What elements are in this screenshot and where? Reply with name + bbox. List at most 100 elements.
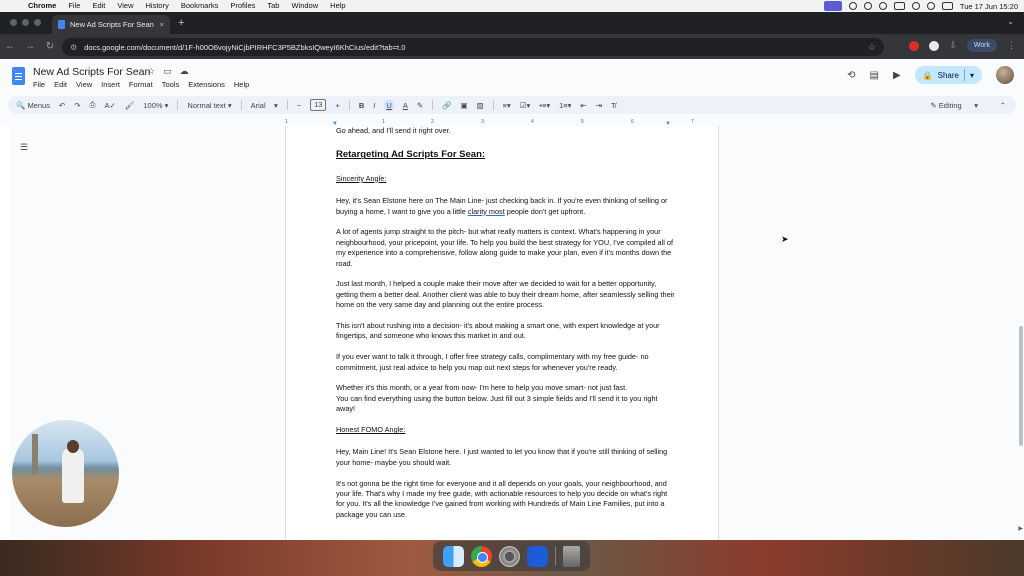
align-icon[interactable]: ≡▾ <box>503 101 511 110</box>
spellcheck-flagged-text[interactable]: clarity most <box>468 207 505 216</box>
menu-bookmarks[interactable]: Bookmarks <box>175 0 225 12</box>
docs-menu-insert[interactable]: Insert <box>101 80 120 89</box>
maximize-window-button[interactable] <box>34 19 41 26</box>
redo-icon[interactable]: ↷ <box>74 101 80 110</box>
reload-button[interactable]: ↻ <box>40 41 60 52</box>
extension-icon[interactable] <box>909 40 920 51</box>
move-folder-icon[interactable]: ▭ <box>163 66 172 77</box>
underline-icon[interactable]: U <box>384 99 394 111</box>
back-button[interactable]: ← <box>0 41 20 52</box>
image-icon[interactable]: ▨ <box>477 101 484 110</box>
wifi-icon[interactable] <box>911 2 920 10</box>
increase-font-icon[interactable]: + <box>335 101 339 110</box>
menus-search-button[interactable]: 🔍 Menus <box>16 101 50 110</box>
docs-menu-view[interactable]: View <box>76 80 92 89</box>
dropbox-icon[interactable] <box>878 2 887 10</box>
menu-clock[interactable]: Tue 17 Jun 15:20 <box>960 2 1018 11</box>
minimize-window-button[interactable] <box>22 19 29 26</box>
docs-menu-file[interactable]: File <box>33 80 45 89</box>
share-button[interactable]: 🔒 Share ▾ <box>914 66 982 84</box>
menu-file[interactable]: File <box>62 0 86 12</box>
menu-tab[interactable]: Tab <box>261 0 285 12</box>
tab-search-chevron-icon[interactable]: ⌄ <box>1007 17 1014 26</box>
numbered-list-icon[interactable]: 1≡▾ <box>559 101 571 110</box>
spellcheck-icon[interactable]: A✓ <box>105 101 116 110</box>
bulleted-list-icon[interactable]: •≡▾ <box>539 101 550 110</box>
scrollbar-thumb[interactable] <box>1019 326 1023 446</box>
chrome-menu-icon[interactable]: ⋮ <box>1007 40 1016 51</box>
close-window-button[interactable] <box>10 19 17 26</box>
increase-indent-icon[interactable]: ⇥ <box>596 101 602 110</box>
star-icon[interactable]: ☆ <box>147 66 155 77</box>
menu-window[interactable]: Window <box>285 0 324 12</box>
chrome-icon[interactable] <box>470 545 492 567</box>
extension-status-icon[interactable] <box>848 2 857 10</box>
forward-button[interactable]: → <box>20 41 40 52</box>
document-outline-icon[interactable]: ☰ <box>20 142 28 153</box>
font-select[interactable]: Arial ▾ <box>251 101 278 110</box>
bookmark-star-icon[interactable]: ☆ <box>868 42 876 53</box>
docs-logo-icon[interactable] <box>12 67 25 85</box>
style-select[interactable]: Normal text ▾ <box>187 101 231 110</box>
docs-menu-edit[interactable]: Edit <box>54 80 67 89</box>
undo-icon[interactable]: ↶ <box>59 101 65 110</box>
control-center-icon[interactable] <box>941 2 953 10</box>
highlight-icon[interactable]: ✎ <box>417 101 423 110</box>
share-chevron-down-icon[interactable]: ▾ <box>970 71 974 80</box>
document-page[interactable]: Go ahead, and I'll send it right over. R… <box>285 126 719 540</box>
scroll-arrow-icon[interactable]: ▶ <box>1018 525 1023 532</box>
link-icon[interactable]: 🔗 <box>442 101 451 110</box>
screen-record-icon[interactable] <box>823 1 842 11</box>
extensions-puzzle-icon[interactable] <box>929 40 940 51</box>
bold-icon[interactable]: B <box>359 101 364 110</box>
document-title[interactable]: New Ad Scripts For Sean <box>33 66 150 78</box>
docs-menu-tools[interactable]: Tools <box>162 80 180 89</box>
docs-menu-help[interactable]: Help <box>234 80 249 89</box>
paragraph: A lot of agents jump straight to the pit… <box>336 227 673 268</box>
paint-format-icon[interactable]: 🖌 <box>125 101 135 110</box>
decrease-font-icon[interactable]: − <box>297 101 301 110</box>
menu-app-chrome[interactable]: Chrome <box>22 0 62 12</box>
docs-menu-extensions[interactable]: Extensions <box>188 80 225 89</box>
new-tab-button[interactable]: + <box>178 17 184 29</box>
checklist-icon[interactable]: ☑▾ <box>520 101 531 110</box>
menu-edit[interactable]: Edit <box>86 0 111 12</box>
profile-button[interactable]: Work <box>966 39 997 52</box>
account-avatar[interactable] <box>996 66 1014 84</box>
download-icon[interactable]: ⇩ <box>949 40 957 51</box>
decrease-indent-icon[interactable]: ⇤ <box>580 101 586 110</box>
menu-view[interactable]: View <box>111 0 139 12</box>
finder-icon[interactable] <box>442 545 464 567</box>
editing-mode-select[interactable]: ✎ Editing ▾ <box>930 101 978 110</box>
address-bar[interactable]: ⚙ docs.google.com/document/d/1F-h00O6voj… <box>62 38 884 56</box>
cloud-status-icon[interactable]: ☁ <box>180 66 189 77</box>
vertical-scrollbar[interactable]: ▶ <box>1016 126 1024 540</box>
italic-icon[interactable]: I <box>373 101 375 110</box>
tab-docs[interactable]: New Ad Scripts For Sean - G × <box>52 15 170 34</box>
battery-icon[interactable] <box>893 2 905 10</box>
text-color-icon[interactable]: A <box>403 101 408 110</box>
menu-help[interactable]: Help <box>324 0 351 12</box>
docs-menu-format[interactable]: Format <box>129 80 153 89</box>
comments-icon[interactable]: ▤ <box>870 70 879 81</box>
ruler[interactable]: 1 ▼ 1 2 3 4 5 6 ▼ 7 <box>285 119 719 127</box>
menu-history[interactable]: History <box>140 0 175 12</box>
webcam-overlay[interactable] <box>12 420 119 527</box>
font-size-input[interactable]: 13 <box>310 99 327 111</box>
meet-icon[interactable]: ▶ <box>893 70 901 81</box>
version-history-icon[interactable]: ⟲ <box>847 70 855 81</box>
print-icon[interactable]: ⎙ <box>90 100 96 110</box>
close-tab-icon[interactable]: × <box>160 20 164 29</box>
search-icon[interactable] <box>926 2 935 10</box>
camera-status-icon[interactable] <box>863 2 872 10</box>
menu-profiles[interactable]: Profiles <box>224 0 261 12</box>
zoom-select[interactable]: 100% ▾ <box>143 101 168 110</box>
site-info-icon[interactable]: ⚙ <box>70 43 77 52</box>
clear-formatting-icon[interactable]: T̸ <box>611 101 616 110</box>
document-body[interactable]: Go ahead, and I'll send it right over. R… <box>336 126 676 531</box>
trash-icon[interactable] <box>563 545 581 567</box>
settings-icon[interactable] <box>498 545 520 567</box>
collapse-toolbar-icon[interactable]: ⌃ <box>1000 101 1006 110</box>
xcode-icon[interactable] <box>527 545 549 567</box>
comment-icon[interactable]: ▣ <box>460 101 467 110</box>
